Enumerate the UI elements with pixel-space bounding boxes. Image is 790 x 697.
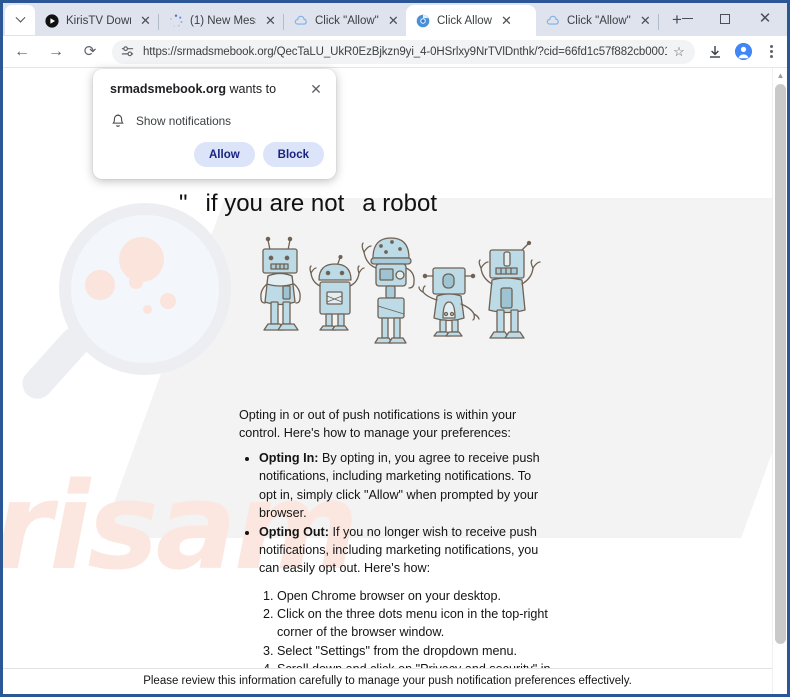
arrow-right-icon: → xyxy=(48,42,64,60)
window-minimize-button[interactable] xyxy=(667,3,707,34)
robot-3 xyxy=(361,237,415,344)
avatar xyxy=(734,43,752,60)
cloud-icon xyxy=(293,13,308,28)
page-body-copy: Opting in or out of push notifications i… xyxy=(239,406,551,694)
list-item: Open Chrome browser on your desktop. xyxy=(277,587,551,605)
page-footer-note: Please review this information carefully… xyxy=(3,668,772,694)
menu-dots xyxy=(769,45,773,58)
tab-title: Click "Allow" xyxy=(315,14,379,27)
arrow-left-icon: ← xyxy=(14,42,30,60)
tab-close-button[interactable]: ✕ xyxy=(498,12,515,29)
headline-rest-b: a robot xyxy=(362,190,437,217)
dialog-title: srmadsmebook.org wants to xyxy=(110,82,276,96)
page-title: " if you are not a robot xyxy=(179,190,699,218)
options-list: Opting In: By opting in, you agree to re… xyxy=(239,449,551,577)
browser-toolbar: ← → ⟳ https://srmadsmebook.org/QecTaLU_U… xyxy=(3,36,787,68)
profile-avatar-icon[interactable] xyxy=(729,38,757,66)
allow-button[interactable]: Allow xyxy=(194,142,255,167)
scroll-up-arrow-icon[interactable]: ▲ xyxy=(773,68,787,82)
three-dots-menu-icon[interactable] xyxy=(757,38,785,66)
maximize-icon xyxy=(720,13,730,24)
robot-2 xyxy=(309,254,365,331)
tune-sliders-icon[interactable] xyxy=(119,44,135,60)
bookmark-star-icon[interactable]: ☆ xyxy=(667,40,691,64)
list-item: Opting Out: If you no longer wish to rec… xyxy=(259,523,551,577)
chevron-down-icon xyxy=(15,12,25,23)
bullet-label: Opting Out: xyxy=(259,524,329,539)
list-item: Click on the three dots menu icon in the… xyxy=(277,605,551,641)
robots-illustration xyxy=(258,236,543,348)
dialog-close-button[interactable]: ✕ xyxy=(306,79,326,99)
headline-rest-a: if you are not xyxy=(205,190,345,217)
tab-close-button[interactable]: ✕ xyxy=(137,12,154,29)
address-bar[interactable]: https://srmadsmebook.org/QecTaLU_UkR0EzB… xyxy=(112,39,695,64)
tab-divider xyxy=(658,14,659,30)
tab-title: KirisTV Downloa xyxy=(66,14,131,27)
tab-search-button[interactable] xyxy=(5,5,35,35)
dialog-actions: Allow Block xyxy=(194,142,324,167)
intro-paragraph: Opting in or out of push notifications i… xyxy=(239,408,517,441)
browser-window: KirisTV Downloa ✕ (1) New Message ✕ xyxy=(0,0,790,697)
browser-tab-1[interactable]: KirisTV Downloa ✕ xyxy=(35,5,158,36)
forward-button[interactable]: → xyxy=(41,37,71,67)
reload-icon: ⟳ xyxy=(83,43,97,60)
play-circle-icon xyxy=(44,13,59,28)
notification-permission-dialog: srmadsmebook.org wants to ✕ Show notific… xyxy=(93,69,336,179)
robot-1 xyxy=(260,236,301,331)
headline-quote: " xyxy=(179,190,188,217)
close-icon: ✕ xyxy=(758,10,772,27)
list-item: Select "Settings" from the dropdown menu… xyxy=(277,642,551,660)
tab-title: Click "Allow" xyxy=(567,14,631,27)
chrome-icon xyxy=(415,13,430,28)
back-button[interactable]: ← xyxy=(7,37,37,67)
bullet-label: Opting In: xyxy=(259,451,319,466)
page-scrollbar[interactable]: ▲ xyxy=(772,68,787,694)
cloud-icon xyxy=(545,13,560,28)
reload-button[interactable]: ⟳ xyxy=(75,37,105,67)
tab-close-button[interactable]: ✕ xyxy=(637,12,654,29)
list-item: Opting In: By opting in, you agree to re… xyxy=(259,449,551,522)
robot-4 xyxy=(418,267,480,337)
permission-row: Show notifications xyxy=(110,113,231,129)
url-text[interactable]: https://srmadsmebook.org/QecTaLU_UkR0EzB… xyxy=(143,46,667,58)
block-button[interactable]: Block xyxy=(262,142,324,167)
permission-label: Show notifications xyxy=(136,114,232,128)
dialog-title-suffix: wants to xyxy=(226,82,277,96)
window-close-button[interactable]: ✕ xyxy=(745,3,785,34)
robot-5 xyxy=(478,240,541,339)
magnifier-watermark-icon xyxy=(16,203,239,405)
download-icon[interactable] xyxy=(701,38,729,66)
scrollbar-thumb[interactable] xyxy=(775,84,786,644)
browser-tab-4-active[interactable]: Click Allow ✕ xyxy=(406,5,536,36)
bell-icon xyxy=(110,113,126,129)
dialog-origin: srmadsmebook.org xyxy=(110,82,227,96)
minimize-icon xyxy=(681,17,693,20)
tab-strip: KirisTV Downloa ✕ (1) New Message ✕ xyxy=(3,3,787,36)
loading-spinner-icon xyxy=(168,13,183,28)
browser-tab-2[interactable]: (1) New Message ✕ xyxy=(159,5,283,36)
browser-tab-3[interactable]: Click "Allow" ✕ xyxy=(284,5,406,36)
tab-close-button[interactable]: ✕ xyxy=(385,12,402,29)
tab-close-button[interactable]: ✕ xyxy=(262,12,279,29)
browser-tab-5[interactable]: Click "Allow" ✕ xyxy=(536,5,658,36)
window-maximize-button[interactable] xyxy=(705,3,745,34)
tab-title: Click Allow xyxy=(437,14,492,27)
tab-title: (1) New Message xyxy=(190,14,256,27)
